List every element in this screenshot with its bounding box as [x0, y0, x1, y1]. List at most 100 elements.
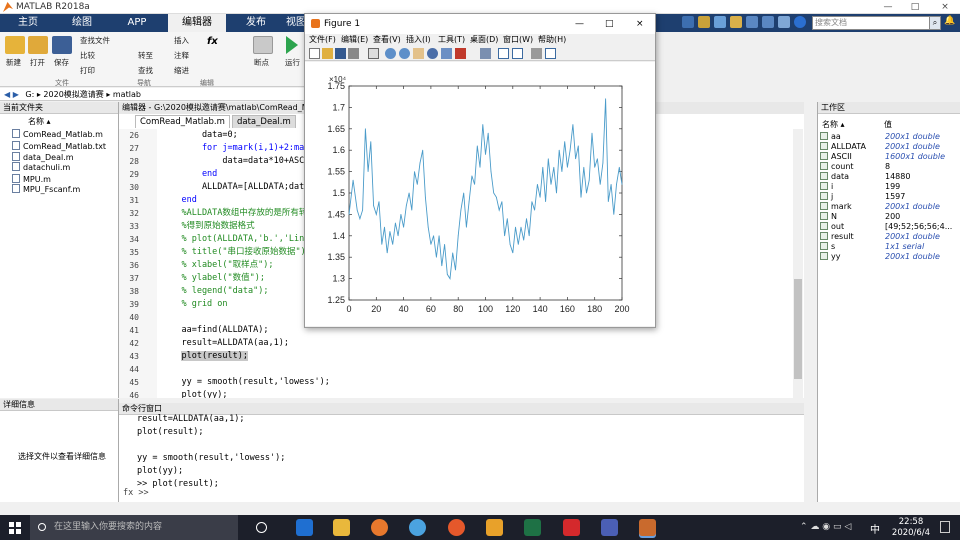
column-header-value[interactable]: 值 — [884, 119, 892, 130]
editor-tab-active[interactable]: ComRead_Matlab.m — [135, 115, 230, 128]
menu-view[interactable]: 查看(V) — [373, 34, 401, 46]
address-part[interactable]: 2020模拟邀请赛 — [43, 90, 103, 99]
file-item[interactable]: data_Deal.m — [12, 152, 74, 162]
brush-icon[interactable] — [455, 48, 466, 59]
tray-icons[interactable]: ⌃ ☁ ◉ ▭ ◁ — [800, 522, 851, 532]
address-part[interactable]: G: — [25, 90, 34, 99]
menu-tools[interactable]: 工具(T) — [438, 34, 465, 46]
find-files-button[interactable]: 查找文件 — [80, 35, 110, 46]
help-icon[interactable] — [794, 16, 806, 28]
save-icon[interactable] — [682, 16, 694, 28]
search-app-icon[interactable] — [371, 519, 388, 536]
workspace-var-row[interactable]: ASCII 1600x1 double — [818, 152, 960, 162]
menu-window[interactable]: 窗口(W) — [503, 34, 533, 46]
cut-icon[interactable] — [698, 16, 710, 28]
copy-icon[interactable] — [714, 16, 726, 28]
maximize-button[interactable]: □ — [605, 14, 614, 34]
find-button[interactable]: 查找 — [138, 65, 153, 76]
workspace-var-row[interactable]: result 200x1 double — [818, 232, 960, 242]
comment-button[interactable]: 注释 — [174, 50, 189, 61]
code-line[interactable]: result=ALLDATA(aa,1); — [161, 337, 288, 350]
code-line[interactable]: % legend("data"); — [161, 285, 268, 298]
file-item[interactable]: MPU_Fscanf.m — [12, 184, 80, 194]
workspace-var-row[interactable]: mark 200x1 double — [818, 202, 960, 212]
indent-button[interactable]: 缩进 — [174, 65, 189, 76]
excel-icon[interactable] — [524, 519, 541, 536]
workspace-var-row[interactable]: j 1597 — [818, 192, 960, 202]
file-item[interactable]: ComRead_Matlab.m — [12, 129, 103, 139]
show-plot-tools-icon[interactable] — [545, 48, 556, 59]
close-button[interactable]: × — [636, 14, 644, 34]
code-line[interactable]: % grid on — [161, 298, 227, 311]
code-line[interactable]: plot(result); — [161, 350, 249, 363]
minimize-button[interactable]: — — [575, 14, 584, 34]
open-button-label[interactable]: 打开 — [30, 57, 45, 68]
tab-editor[interactable]: 编辑器 — [168, 14, 226, 32]
code-line[interactable]: aa=find(ALLDATA); — [161, 324, 268, 337]
code-line[interactable]: % xlabel("取样点"); — [161, 259, 273, 272]
cortana-icon[interactable] — [256, 522, 267, 533]
cloud-icon[interactable] — [409, 519, 426, 536]
workspace-var-row[interactable]: ALLDATA 200x1 double — [818, 142, 960, 152]
workspace-var-row[interactable]: count 8 — [818, 162, 960, 172]
search-icon[interactable]: ⌕ — [929, 16, 941, 30]
tab-plots[interactable]: 绘图 — [56, 14, 108, 32]
code-line[interactable]: data=0; — [161, 129, 238, 142]
command-prompt[interactable]: fx >> — [123, 487, 149, 500]
menu-help[interactable]: 帮助(H) — [538, 34, 566, 46]
new-button-label[interactable]: 新建 — [6, 57, 21, 68]
save-file-icon[interactable] — [52, 36, 72, 54]
box-app-icon[interactable] — [563, 519, 580, 536]
menu-desktop[interactable]: 桌面(D) — [470, 34, 498, 46]
open-icon[interactable] — [28, 36, 48, 54]
search-docs-input[interactable]: 搜索文档 — [812, 16, 930, 30]
tab-apps[interactable]: APP — [112, 14, 162, 32]
legend-icon[interactable] — [512, 48, 523, 59]
column-header-name[interactable]: 名称 ▴ — [822, 119, 845, 130]
switch-windows-icon[interactable] — [778, 16, 790, 28]
breakpoint-button-label[interactable]: 断点 — [254, 57, 269, 68]
file-explorer-icon[interactable] — [333, 519, 350, 536]
zoom-out-icon[interactable] — [399, 48, 410, 59]
editor-scrollbar[interactable] — [793, 129, 803, 398]
data-cursor-icon[interactable] — [441, 48, 452, 59]
redo-icon[interactable] — [762, 16, 774, 28]
run-icon[interactable] — [286, 36, 298, 54]
taskbar-time[interactable]: 22:58 — [890, 517, 932, 527]
file-item[interactable]: ComRead_Matlab.txt — [12, 141, 106, 151]
workspace-var-row[interactable]: i 199 — [818, 182, 960, 192]
link-icon[interactable] — [480, 48, 491, 59]
paste-icon[interactable] — [730, 16, 742, 28]
taskbar-search-box[interactable]: 在这里输入你要搜索的内容 — [30, 515, 238, 540]
code-line[interactable]: end — [161, 194, 196, 207]
pointer-icon[interactable] — [368, 48, 379, 59]
bell-icon[interactable]: 🔔 — [943, 16, 957, 30]
fx-icon[interactable]: fx — [207, 36, 218, 47]
run-button-label[interactable]: 运行 — [285, 57, 300, 68]
goto-button[interactable]: 转至 — [138, 50, 153, 61]
undo-icon[interactable] — [746, 16, 758, 28]
code-line[interactable]: ALLDATA=[ALLDATA;data]; — [161, 181, 320, 194]
close-button[interactable]: × — [934, 0, 956, 14]
code-line[interactable]: yy = smooth(result,'lowess'); — [161, 376, 329, 389]
zoom-in-icon[interactable] — [385, 48, 396, 59]
new-icon[interactable] — [5, 36, 25, 54]
highlighted-code[interactable]: plot(result); — [181, 351, 249, 361]
code-line[interactable]: % ylabel("数值"); — [161, 272, 265, 285]
new-figure-icon[interactable] — [309, 48, 320, 59]
workspace-var-row[interactable]: N 200 — [818, 212, 960, 222]
rotate-icon[interactable] — [427, 48, 438, 59]
sublime-text-icon[interactable] — [486, 519, 503, 536]
windows-start-icon[interactable] — [9, 522, 21, 534]
tab-view[interactable]: 视图 — [286, 14, 306, 32]
code-line[interactable]: end — [161, 168, 217, 181]
print-icon[interactable] — [348, 48, 359, 59]
menu-file[interactable]: 文件(F) — [309, 34, 336, 46]
minimize-button[interactable]: — — [877, 0, 899, 14]
ime-indicator[interactable]: 中 — [870, 521, 880, 536]
file-item[interactable]: datachuli.m — [12, 162, 70, 172]
edge-icon[interactable] — [296, 519, 313, 536]
menu-insert[interactable]: 插入(I) — [406, 34, 431, 46]
figure-window[interactable]: Figure 1 — □ × 文件(F) 编辑(E) 查看(V) 插入(I) 工… — [304, 13, 656, 328]
line-chart[interactable]: 0 20 40 60 80 100 120 140 160 180 200 1.25 1.3 1.35 1.… — [305, 62, 655, 326]
